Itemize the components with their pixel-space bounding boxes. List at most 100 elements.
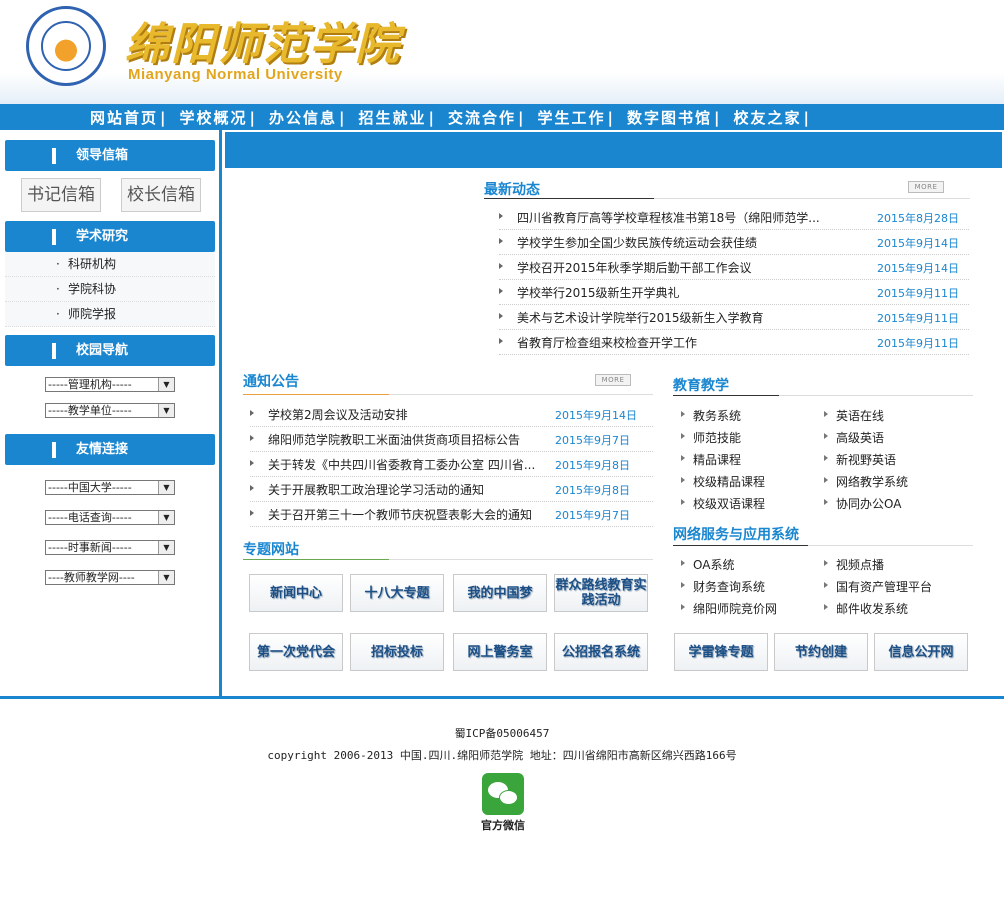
nav-separator: | bbox=[607, 109, 615, 127]
nav-separator: | bbox=[803, 109, 811, 127]
secretary-mailbox-button[interactable]: 书记信箱 bbox=[21, 178, 101, 212]
nav-item-label: 数字图书馆 bbox=[627, 109, 713, 127]
nav-item[interactable]: 数字图书馆 | bbox=[627, 107, 722, 128]
news-date: 2015年9月7日 bbox=[555, 434, 630, 447]
research-header: 学术研究 bbox=[5, 221, 215, 252]
nav-item[interactable]: 办公信息 | bbox=[269, 107, 347, 128]
topics-title: 专题网站 bbox=[243, 542, 299, 558]
news-row[interactable]: 省教育厅检查组来校检查开学工作 2015年9月11日 bbox=[499, 330, 969, 355]
current-news-select[interactable]: -----时事新闻----- ▼ bbox=[45, 540, 175, 555]
topic-button[interactable]: 节约创建 bbox=[774, 633, 868, 671]
news-row[interactable]: 绵阳师范学院教职工米面油供货商项目招标公告 2015年9月7日 bbox=[250, 427, 653, 452]
news-title[interactable]: 关于召开第三十一个教师节庆祝暨表彰大会的通知 bbox=[268, 506, 558, 523]
news-date: 2015年9月14日 bbox=[555, 409, 637, 422]
news-row[interactable]: 学校学生参加全国少数民族传统运动会获佳绩 2015年9月14日 bbox=[499, 230, 969, 255]
news-title[interactable]: 关于转发《中共四川省委教育工委办公室 四川省... bbox=[268, 456, 558, 473]
teacher-teaching-select[interactable]: ----教师教学网---- ▼ bbox=[45, 570, 175, 585]
news-title[interactable]: 绵阳师范学院教职工米面油供货商项目招标公告 bbox=[268, 431, 558, 448]
research-item-institutes[interactable]: 科研机构 bbox=[5, 252, 215, 277]
arrow-icon bbox=[499, 263, 503, 269]
nav-item[interactable]: 学生工作 | bbox=[538, 107, 616, 128]
nav-item[interactable]: 学校概况 | bbox=[180, 107, 258, 128]
campus-nav-header: 校园导航 bbox=[5, 335, 215, 366]
edu-link[interactable]: 国有资产管理平台 bbox=[823, 578, 932, 595]
nav-item-label: 网站首页 bbox=[90, 109, 159, 127]
news-date: 2015年9月11日 bbox=[877, 312, 959, 325]
topic-button[interactable]: 群众路线教育实践活动 bbox=[554, 574, 648, 612]
topic-button[interactable]: 十八大专题 bbox=[350, 574, 444, 612]
nav-item-label: 学校概况 bbox=[179, 109, 248, 127]
edu-link[interactable]: 校级双语课程 bbox=[680, 495, 765, 512]
notices-title: 通知公告 bbox=[243, 374, 299, 390]
china-universities-select[interactable]: -----中国大学----- ▼ bbox=[45, 480, 175, 495]
university-seal-icon[interactable] bbox=[26, 6, 106, 86]
edu-link[interactable]: 绵阳师院竞价网 bbox=[680, 600, 777, 617]
edu-link[interactable]: 协同办公OA bbox=[823, 495, 901, 512]
nav-item[interactable]: 交流合作 | bbox=[448, 107, 526, 128]
wechat-icon[interactable] bbox=[482, 773, 524, 815]
left-sidebar: 领导信箱 书记信箱 校长信箱 学术研究 科研机构 学院科协 师院学报 校园导航 … bbox=[0, 130, 222, 698]
edu-link[interactable]: 财务查询系统 bbox=[680, 578, 765, 595]
chevron-down-icon: ▼ bbox=[158, 378, 174, 391]
latest-more-button[interactable]: MORE bbox=[908, 181, 944, 193]
nav-separator: | bbox=[428, 109, 436, 127]
news-row[interactable]: 美术与艺术设计学院举行2015级新生入学教育 2015年9月11日 bbox=[499, 305, 969, 330]
arrow-icon bbox=[250, 460, 254, 466]
latest-news-title: 最新动态 bbox=[484, 182, 540, 198]
news-row[interactable]: 关于开展教职工政治理论学习活动的通知 2015年9月8日 bbox=[250, 477, 653, 502]
teaching-units-select[interactable]: -----教学单位----- ▼ bbox=[45, 403, 175, 418]
admin-units-select[interactable]: -----管理机构----- ▼ bbox=[45, 377, 175, 392]
news-title[interactable]: 关于开展教职工政治理论学习活动的通知 bbox=[268, 481, 558, 498]
nav-item[interactable]: 招生就业 | bbox=[359, 107, 437, 128]
topic-button[interactable]: 学雷锋专题 bbox=[674, 633, 768, 671]
research-item-association[interactable]: 学院科协 bbox=[5, 277, 215, 302]
news-date: 2015年9月8日 bbox=[555, 484, 630, 497]
news-row[interactable]: 关于召开第三十一个教师节庆祝暨表彰大会的通知 2015年9月7日 bbox=[250, 502, 653, 527]
news-row[interactable]: 四川省教育厅高等学校章程核准书第18号（绵阳师范学... 2015年8月28日 bbox=[499, 205, 969, 230]
news-title[interactable]: 学校第2周会议及活动安排 bbox=[268, 406, 558, 423]
topic-button[interactable]: 新闻中心 bbox=[249, 574, 343, 612]
nav-item[interactable]: 网站首页 | bbox=[90, 107, 168, 128]
news-row[interactable]: 学校第2周会议及活动安排 2015年9月14日 bbox=[250, 402, 653, 427]
topic-button[interactable]: 信息公开网 bbox=[874, 633, 968, 671]
wechat-label: 官方微信 bbox=[481, 819, 525, 832]
news-row[interactable]: 学校举行2015级新生开学典礼 2015年9月11日 bbox=[499, 280, 969, 305]
edu-link[interactable]: 精品课程 bbox=[680, 451, 741, 468]
edu-link[interactable]: 高级英语 bbox=[823, 429, 884, 446]
news-title[interactable]: 学校学生参加全国少数民族传统运动会获佳绩 bbox=[517, 234, 857, 251]
news-title[interactable]: 学校召开2015年秋季学期后勤干部工作会议 bbox=[517, 259, 857, 276]
topic-button[interactable]: 第一次党代会 bbox=[249, 633, 343, 671]
content-bottom-border bbox=[0, 696, 1004, 699]
news-row[interactable]: 关于转发《中共四川省委教育工委办公室 四川省... 2015年9月8日 bbox=[250, 452, 653, 477]
news-title[interactable]: 四川省教育厅高等学校章程核准书第18号（绵阳师范学... bbox=[517, 209, 857, 226]
topic-button[interactable]: 招标投标 bbox=[350, 633, 444, 671]
topic-button[interactable]: 网上警务室 bbox=[453, 633, 547, 671]
edu-link[interactable]: 师范技能 bbox=[680, 429, 741, 446]
topic-button[interactable]: 我的中国梦 bbox=[453, 574, 547, 612]
nav-item[interactable]: 校友之家 | bbox=[734, 107, 812, 128]
research-item-journal[interactable]: 师院学报 bbox=[5, 302, 215, 327]
arrow-icon bbox=[250, 410, 254, 416]
news-title[interactable]: 省教育厅检查组来校检查开学工作 bbox=[517, 334, 857, 351]
edu-link[interactable]: 英语在线 bbox=[823, 407, 884, 424]
edu-link[interactable]: 邮件收发系统 bbox=[823, 600, 908, 617]
chevron-down-icon: ▼ bbox=[158, 511, 174, 524]
notices-more-button[interactable]: MORE bbox=[595, 374, 631, 386]
news-title[interactable]: 美术与艺术设计学院举行2015级新生入学教育 bbox=[517, 309, 857, 326]
president-mailbox-button[interactable]: 校长信箱 bbox=[121, 178, 201, 212]
news-row[interactable]: 学校召开2015年秋季学期后勤干部工作会议 2015年9月14日 bbox=[499, 255, 969, 280]
edu-link[interactable]: 新视野英语 bbox=[823, 451, 896, 468]
nav-item-label: 交流合作 bbox=[448, 109, 517, 127]
edu-link[interactable]: 校级精品课程 bbox=[680, 473, 765, 490]
edu-link[interactable]: 视频点播 bbox=[823, 556, 884, 573]
topic-button[interactable]: 公招报名系统 bbox=[554, 633, 648, 671]
news-date: 2015年9月7日 bbox=[555, 509, 630, 522]
nav-item-label: 招生就业 bbox=[358, 109, 427, 127]
edu-link[interactable]: 网络教学系统 bbox=[823, 473, 908, 490]
edu-link[interactable]: OA系统 bbox=[680, 556, 734, 573]
phone-lookup-select[interactable]: -----电话查询----- ▼ bbox=[45, 510, 175, 525]
news-title[interactable]: 学校举行2015级新生开学典礼 bbox=[517, 284, 857, 301]
seal-emblem bbox=[41, 21, 91, 71]
chevron-down-icon: ▼ bbox=[158, 541, 174, 554]
edu-link[interactable]: 教务系统 bbox=[680, 407, 741, 424]
